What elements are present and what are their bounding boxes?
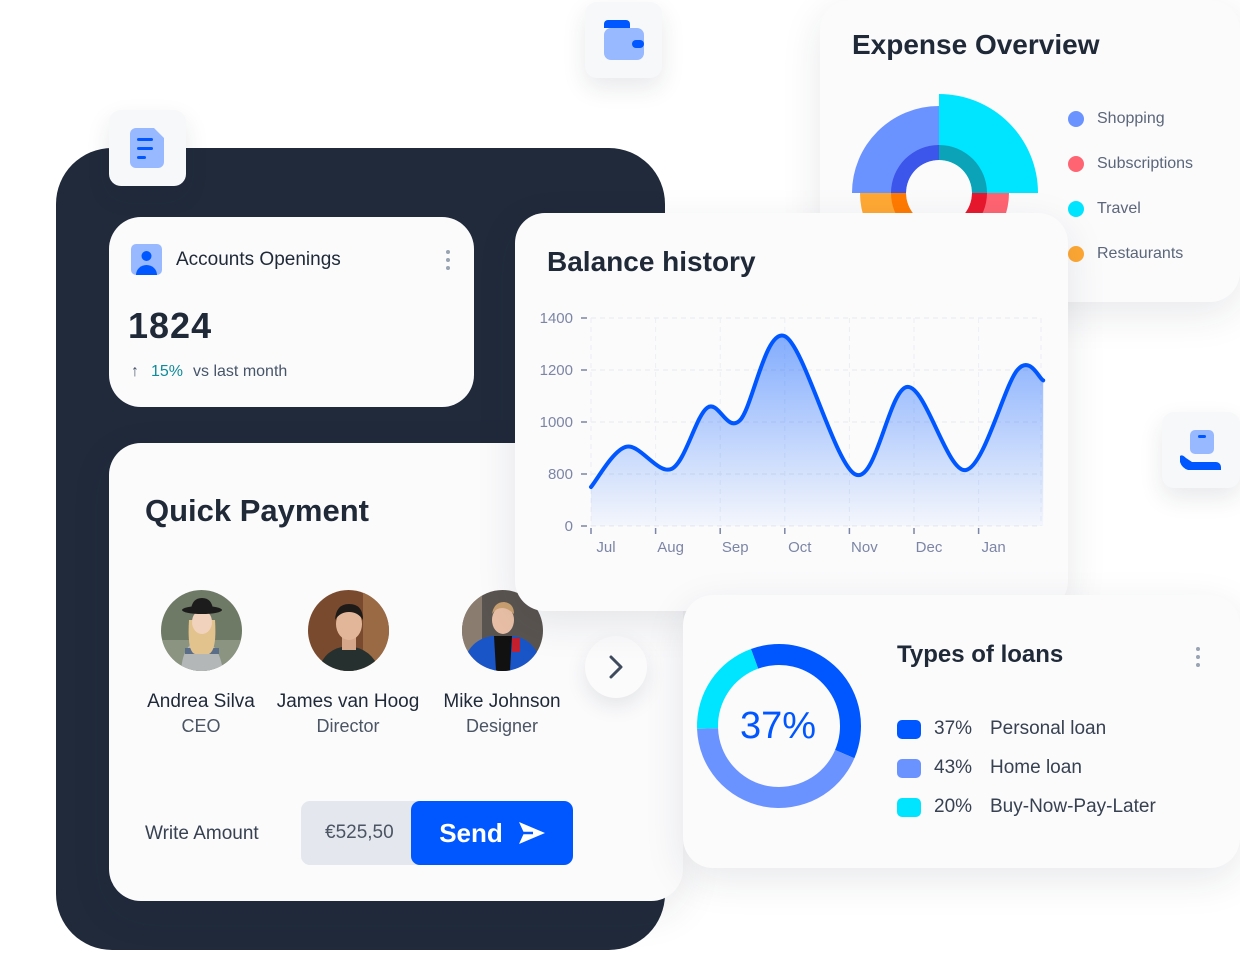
- document-icon-tile[interactable]: [109, 110, 186, 186]
- legend-dot: [1068, 156, 1084, 172]
- user-icon: [131, 244, 162, 275]
- loan-legend-item[interactable]: 37% Personal loan: [897, 718, 1106, 740]
- x-tick-label: Aug: [657, 539, 684, 556]
- contact-name: James van Hoog: [276, 691, 420, 712]
- next-contacts-button[interactable]: [585, 636, 647, 698]
- chevron-right-icon: [609, 655, 623, 679]
- document-icon: [129, 128, 164, 168]
- send-button[interactable]: Send: [411, 801, 573, 865]
- x-tick-label: Sep: [722, 539, 749, 556]
- loan-percent: 37%: [934, 718, 973, 739]
- legend-item-shopping[interactable]: Shopping: [1068, 110, 1165, 128]
- x-tick-label: Dec: [916, 539, 943, 556]
- legend-dot: [1068, 201, 1084, 217]
- legend-label: Subscriptions: [1097, 155, 1194, 172]
- change-label: vs last month: [193, 363, 288, 380]
- y-tick-label: 1400: [540, 310, 573, 327]
- legend-item-travel[interactable]: Travel: [1068, 200, 1141, 218]
- contact-item[interactable]: James van Hoog Director: [268, 590, 428, 737]
- hand-box-icon: [1180, 430, 1221, 470]
- balance-history-chart: 0 800 1000 1200 1400 Jul Aug Sep Oct Nov Dec Jan: [540, 310, 1046, 556]
- arrow-up-icon: ↑: [131, 363, 139, 380]
- legend-label: Travel: [1097, 200, 1141, 217]
- contact-role: CEO: [181, 716, 221, 736]
- accounts-change: ↑ 15% vs last month: [131, 363, 287, 381]
- legend-label: Restaurants: [1097, 245, 1184, 262]
- legend-item-restaurants[interactable]: Restaurants: [1068, 245, 1183, 263]
- legend-dot: [1068, 111, 1084, 127]
- loan-label: Personal loan: [990, 718, 1107, 739]
- loans-title: Types of loans: [897, 641, 1064, 668]
- change-percent: 15%: [151, 363, 184, 380]
- balance-area-fill: [591, 335, 1044, 526]
- x-tick-label: Nov: [851, 539, 878, 556]
- contact-item[interactable]: Mike Johnson Designer: [422, 590, 582, 737]
- contact-role: Director: [316, 716, 380, 736]
- loan-percent: 20%: [934, 796, 973, 817]
- quick-payment-title: Quick Payment: [145, 493, 369, 528]
- contact-role: Designer: [465, 716, 539, 736]
- contact-name: Andrea Silva: [147, 691, 255, 712]
- accounts-count: 1824: [128, 305, 213, 346]
- balance-history-card: Balance history 0 800 1000 1200 1400 Jul Aug S…: [515, 213, 1068, 611]
- x-tick-label: Jul: [596, 539, 615, 556]
- hand-box-icon-tile[interactable]: [1162, 412, 1240, 488]
- loan-legend-item[interactable]: 20% Buy-Now-Pay-Later: [897, 796, 1156, 818]
- write-amount-label: Write Amount: [145, 823, 259, 844]
- y-tick-label: 800: [548, 466, 573, 483]
- expense-segment-travel[interactable]: [939, 94, 1038, 193]
- send-button-label: Send: [439, 817, 503, 848]
- loan-label: Buy-Now-Pay-Later: [990, 796, 1156, 817]
- y-tick-label: 0: [565, 518, 573, 535]
- avatar: [160, 590, 242, 671]
- paper-plane-icon: [518, 822, 545, 844]
- accounts-card-title: Accounts Openings: [176, 248, 341, 270]
- x-tick-label: Oct: [788, 539, 812, 556]
- wallet-icon: [603, 20, 644, 60]
- more-options-icon[interactable]: [446, 250, 450, 270]
- x-tick-label: Jan: [982, 539, 1006, 556]
- more-options-icon[interactable]: [1196, 647, 1200, 667]
- legend-swatch: [897, 797, 921, 817]
- contact-name: Mike Johnson: [443, 691, 561, 712]
- loan-label: Home loan: [990, 757, 1082, 778]
- legend-label: Shopping: [1097, 110, 1165, 127]
- legend-swatch: [897, 758, 921, 778]
- legend-item-subscriptions[interactable]: Subscriptions: [1068, 155, 1193, 173]
- wallet-icon-tile[interactable]: [585, 2, 662, 78]
- loan-percent: 43%: [934, 757, 973, 778]
- donut-center-value: 37%: [739, 705, 817, 747]
- y-tick-label: 1000: [540, 414, 573, 431]
- types-of-loans-card: 37% Types of loans 37% Personal loan 43%…: [683, 595, 1240, 868]
- accounts-openings-card: Accounts Openings 1824 ↑ 15% vs last mon…: [109, 217, 474, 407]
- avatar: [307, 590, 389, 671]
- loan-legend-item[interactable]: 43% Home loan: [897, 757, 1082, 779]
- contact-item[interactable]: Andrea Silva CEO: [121, 590, 281, 737]
- y-tick-label: 1200: [540, 362, 573, 379]
- legend-swatch: [897, 719, 921, 739]
- legend-dot: [1068, 246, 1084, 262]
